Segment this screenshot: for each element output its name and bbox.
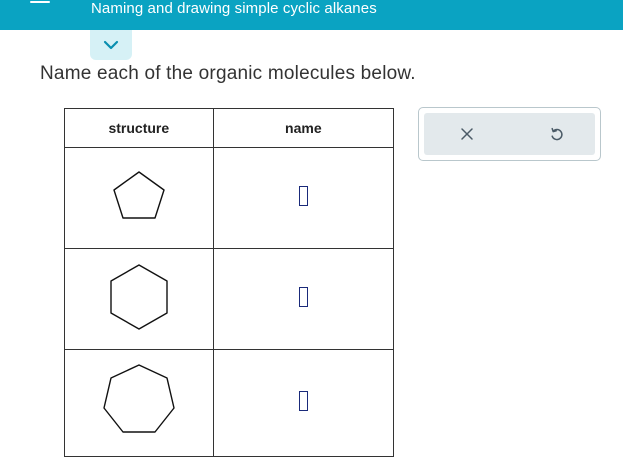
cyclohexane-structure — [110, 263, 168, 330]
chevron-down-icon — [103, 40, 119, 50]
molecule-table: structure name — [64, 108, 395, 457]
structure-cell — [64, 147, 214, 249]
answer-tools-panel — [418, 107, 601, 161]
table-row — [64, 349, 395, 457]
question-prompt: Name each of the organic molecules below… — [40, 63, 416, 84]
name-cell — [212, 147, 395, 249]
column-header-name: name — [212, 108, 395, 148]
name-cell — [212, 248, 395, 350]
structure-cell — [64, 349, 214, 457]
tools-toolbar — [424, 113, 595, 155]
cyclopentane-structure — [113, 170, 165, 219]
table-header-row: structure name — [64, 108, 395, 148]
column-header-structure: structure — [64, 108, 214, 148]
name-answer-input[interactable] — [298, 286, 308, 307]
table-row — [64, 147, 395, 249]
collapse-toggle-button[interactable] — [90, 30, 132, 60]
page-title: Naming and drawing simple cyclic alkanes — [91, 0, 377, 17]
structure-cell — [64, 248, 214, 350]
hamburger-menu-icon[interactable] — [30, 0, 50, 12]
clear-button[interactable] — [437, 113, 497, 155]
undo-icon — [551, 127, 563, 141]
undo-button[interactable] — [527, 113, 587, 155]
table-row — [64, 248, 395, 350]
header-bar: Naming and drawing simple cyclic alkanes — [0, 0, 623, 30]
close-icon — [461, 128, 473, 140]
cycloheptane-structure — [103, 363, 175, 433]
name-answer-input[interactable] — [298, 185, 308, 206]
name-cell — [212, 349, 395, 457]
page: Naming and drawing simple cyclic alkanes… — [0, 0, 623, 476]
name-answer-input[interactable] — [298, 390, 308, 411]
